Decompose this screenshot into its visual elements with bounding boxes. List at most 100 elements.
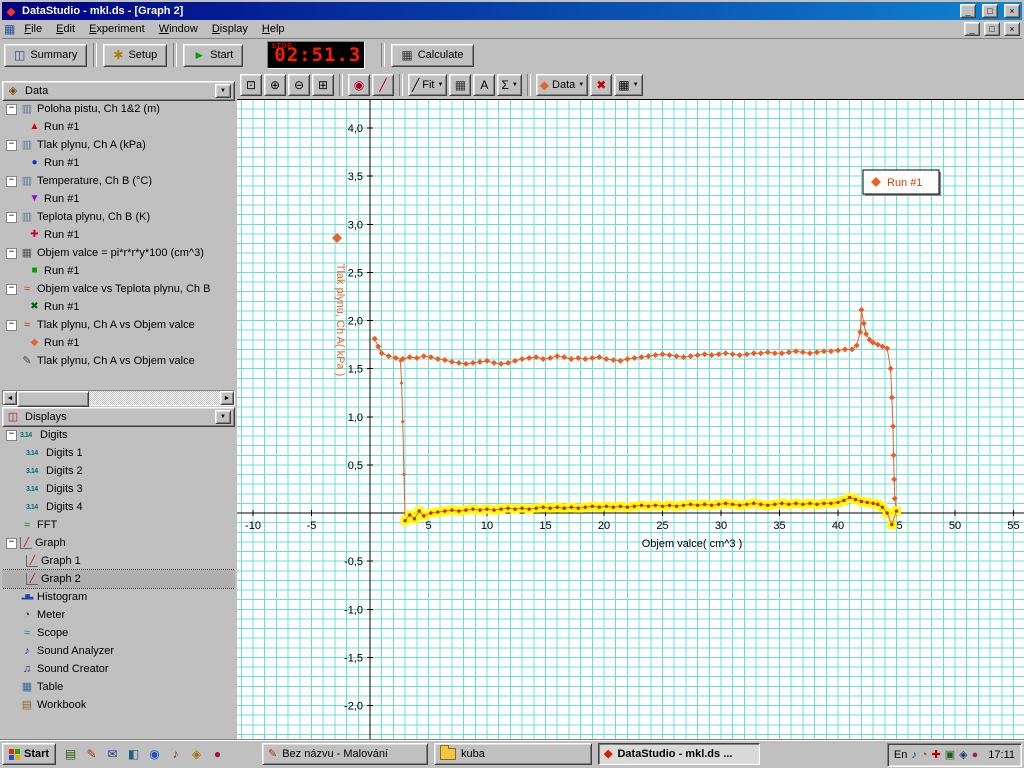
collapse-icon[interactable]: −	[6, 248, 17, 259]
statistics-button[interactable]: Σ▼	[497, 74, 521, 96]
zoom-in-button[interactable]: ⊕	[264, 74, 286, 96]
desktop-icon[interactable]: ◧	[125, 746, 142, 763]
chevron-down-icon[interactable]: ▼	[633, 82, 639, 88]
task-button-folder[interactable]: kuba	[434, 743, 592, 765]
display-icon[interactable]: ▣	[945, 750, 955, 761]
scheduler-icon[interactable]: ◔	[921, 750, 928, 761]
update-icon[interactable]: ●	[972, 750, 979, 761]
data-item[interactable]: −▥Tlak plynu, Ch A (kPa)	[2, 136, 235, 154]
scroll-left-button[interactable]: ◄	[3, 391, 17, 405]
collapse-icon[interactable]: −	[6, 320, 17, 331]
display-subitem[interactable]: 3.14Digits 2	[2, 462, 235, 480]
keyboard-language-indicator[interactable]: En	[894, 749, 907, 761]
graph-plot-area[interactable]: -10-55101520253035404550554,03,53,02,52,…	[237, 100, 1024, 741]
document-icon[interactable]: ▤	[62, 746, 79, 763]
display-item[interactable]: −3.14Digits	[2, 426, 235, 444]
volume-icon[interactable]: ♪	[911, 750, 917, 761]
zoom-out-button[interactable]: ⊖	[288, 74, 310, 96]
menu-file[interactable]: File	[17, 21, 49, 37]
collapse-icon[interactable]: −	[6, 212, 17, 223]
display-item[interactable]: −╱Graph	[2, 534, 235, 552]
mail-icon[interactable]: ✉	[104, 746, 121, 763]
data-run-item[interactable]: ■Run #1	[2, 262, 235, 280]
scrollbar-track[interactable]	[17, 391, 220, 405]
scrollbar-thumb[interactable]	[17, 391, 89, 407]
restore-button[interactable]: □	[982, 4, 998, 18]
start-menu-button[interactable]: Start	[2, 743, 56, 765]
minimize-button[interactable]: _	[960, 4, 976, 18]
calculate-button[interactable]: ▦ Calculate	[391, 44, 473, 67]
menu-help[interactable]: Help	[255, 21, 292, 37]
scale-to-fit-button[interactable]: ⊡	[240, 74, 262, 96]
calculate-tool-button[interactable]: ▦	[449, 74, 471, 96]
close-button[interactable]: ×	[1004, 4, 1020, 18]
mdi-minimize-button[interactable]: _	[964, 22, 980, 36]
display-item[interactable]: ▦Table	[2, 678, 235, 696]
delete-button[interactable]: ✖	[590, 74, 612, 96]
task-button-paint[interactable]: ✎ Bez názvu - Malování	[262, 743, 428, 765]
display-item[interactable]: ♫Sound Creator	[2, 660, 235, 678]
menu-edit[interactable]: Edit	[49, 21, 82, 37]
pen-icon[interactable]: ✎	[83, 746, 100, 763]
display-item[interactable]: ≈Scope	[2, 624, 235, 642]
mdi-restore-button[interactable]: □	[984, 22, 1000, 36]
display-subitem[interactable]: 3.14Digits 3	[2, 480, 235, 498]
data-run-item[interactable]: ▼Run #1	[2, 190, 235, 208]
data-run-item[interactable]: ✖Run #1	[2, 298, 235, 316]
zoom-select-button[interactable]: ⊞	[312, 74, 334, 96]
money-icon[interactable]: ◈	[188, 746, 205, 763]
slope-tool-button[interactable]: ╱	[372, 74, 394, 96]
data-menu-button[interactable]: ◆Data▼	[536, 74, 588, 96]
globe-icon[interactable]: ●	[209, 746, 226, 763]
data-item[interactable]: −▥Temperature, Ch B (°C)	[2, 172, 235, 190]
data-item[interactable]: −▥Poloha pistu, Ch 1&2 (m)	[2, 100, 235, 118]
collapse-icon[interactable]: −	[6, 140, 17, 151]
setup-button[interactable]: ✱ Setup	[103, 44, 167, 67]
display-item[interactable]: ◔Meter	[2, 606, 235, 624]
data-item[interactable]: −≈Tlak plynu, Ch A vs Objem valce	[2, 316, 235, 334]
display-item[interactable]: ▂▆▃Histogram	[2, 588, 235, 606]
smart-tool-button[interactable]: ◉	[348, 74, 370, 96]
chevron-down-icon[interactable]: ▼	[512, 82, 518, 88]
display-item[interactable]: ▤Workbook	[2, 696, 235, 714]
browser-icon[interactable]: ◉	[146, 746, 163, 763]
displays-panel-menu-button[interactable]: ▼	[215, 410, 231, 424]
chevron-down-icon[interactable]: ▼	[578, 82, 584, 88]
data-panel-menu-button[interactable]: ▼	[215, 84, 231, 98]
text-tool-button[interactable]: A	[473, 74, 495, 96]
collapse-icon[interactable]: −	[6, 430, 17, 441]
media-icon[interactable]: ♪	[167, 746, 184, 763]
data-panel-header[interactable]: ◈ Data ▼	[2, 81, 235, 101]
collapse-icon[interactable]: −	[6, 538, 17, 549]
network-icon[interactable]: ◈	[959, 750, 967, 761]
display-subitem[interactable]: ╱Graph 1	[2, 552, 235, 570]
task-button-datastudio[interactable]: ◆ DataStudio - mkl.ds ...	[598, 743, 760, 765]
mdi-close-button[interactable]: ×	[1004, 22, 1020, 36]
collapse-icon[interactable]: −	[6, 104, 17, 115]
data-item[interactable]: −▦Objem valce = pi*r*r*y*100 (cm^3)	[2, 244, 235, 262]
data-item[interactable]: −▥Teplota plynu, Ch B (K)	[2, 208, 235, 226]
data-run-item[interactable]: ▲Run #1	[2, 118, 235, 136]
data-run-item[interactable]: ◆Run #1	[2, 334, 235, 352]
collapse-icon[interactable]: −	[6, 176, 17, 187]
display-subitem[interactable]: 3.14Digits 1	[2, 444, 235, 462]
display-item[interactable]: ♪Sound Analyzer	[2, 642, 235, 660]
displays-panel-header[interactable]: ◫ Displays ▼	[2, 407, 235, 427]
menu-experiment[interactable]: Experiment	[82, 21, 152, 37]
data-item[interactable]: −≈Objem valce vs Teplota plynu, Ch B	[2, 280, 235, 298]
collapse-icon[interactable]: −	[6, 284, 17, 295]
fit-menu-button[interactable]: ╱Fit▼	[408, 74, 447, 96]
graph-settings-button[interactable]: ▦▼	[614, 74, 642, 96]
antivirus-icon[interactable]: ✚	[932, 750, 941, 761]
start-button[interactable]: ► Start	[183, 44, 243, 67]
display-subitem[interactable]: ╱Graph 2	[2, 570, 235, 588]
menu-display[interactable]: Display	[205, 21, 255, 37]
data-item[interactable]: ✎Tlak plynu, Ch A vs Objem valce	[2, 352, 235, 370]
display-subitem[interactable]: 3.14Digits 4	[2, 498, 235, 516]
summary-button[interactable]: ◫ Summary	[4, 44, 87, 67]
chevron-down-icon[interactable]: ▼	[437, 82, 443, 88]
scroll-right-button[interactable]: ►	[220, 391, 234, 405]
menu-window[interactable]: Window	[152, 21, 205, 37]
data-run-item[interactable]: ●Run #1	[2, 154, 235, 172]
data-horizontal-scrollbar[interactable]: ◄ ►	[2, 390, 235, 406]
